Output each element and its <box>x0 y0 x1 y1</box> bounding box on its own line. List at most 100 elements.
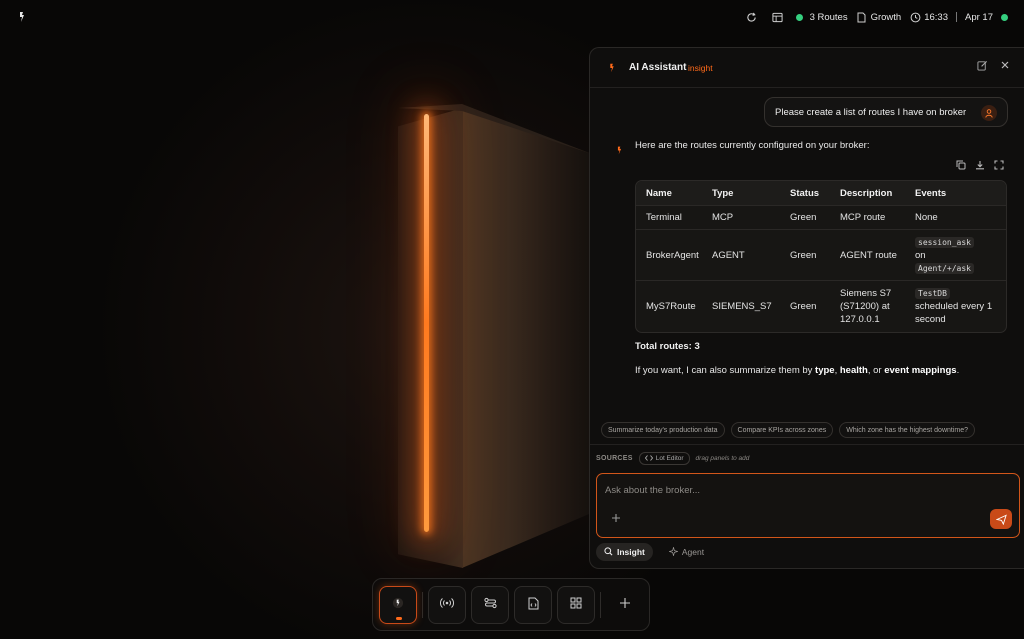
send-button[interactable] <box>990 509 1012 529</box>
table-header-row: Name Type Status Description Events <box>636 181 1006 205</box>
dock-routes-button[interactable] <box>471 585 509 624</box>
tab-agent-label: Agent <box>681 547 705 557</box>
cell-description: Siemens S7 (S71200) at 127.0.0.1 <box>840 288 892 325</box>
code-file-icon <box>528 597 539 613</box>
cell-name: MyS7Route <box>646 301 696 312</box>
routes-icon <box>483 597 497 612</box>
sources-bar: SOURCES Lot Editor drag panels to add <box>590 444 1024 472</box>
app-logo-icon[interactable] <box>15 10 29 24</box>
cell-name: BrokerAgent <box>646 249 699 261</box>
drag-hint: drag panels to add <box>695 455 750 462</box>
plus-icon[interactable] <box>611 512 621 526</box>
top-status-bar: 3 Routes Growth 16:33 Apr 17 <box>746 9 1008 25</box>
code-icon <box>644 454 653 463</box>
tab-agent[interactable]: Agent <box>661 543 712 561</box>
copy-icon[interactable] <box>956 160 966 173</box>
event-topic-code: Agent/+/ask <box>915 262 974 274</box>
panel-header: AI Assistant insight <box>590 48 1024 88</box>
suggestion-chips: Summarize today's production data Compar… <box>601 422 976 438</box>
broadcast-icon <box>440 597 454 612</box>
close-icon[interactable] <box>1000 59 1014 73</box>
clock: 16:33 <box>909 11 948 23</box>
event-connector: on <box>915 249 926 261</box>
sources-label: SOURCES <box>596 455 633 462</box>
cell-status: Green <box>790 212 817 223</box>
dock-assistant-button[interactable] <box>379 585 417 624</box>
clock-icon <box>909 11 921 23</box>
summary-text: If you want, I can also summarize them b… <box>635 365 959 376</box>
event-code: TestDB <box>915 288 950 299</box>
event-code: session_ask <box>915 236 974 248</box>
status-dot <box>795 13 803 21</box>
cell-events: None <box>915 212 938 223</box>
header-status: Status <box>790 187 820 199</box>
assistant-logo-icon <box>392 596 404 613</box>
summary-keyword-events: event mappings <box>884 365 957 376</box>
cell-description: AGENT route <box>840 249 897 261</box>
assistant-logo-icon <box>606 61 618 78</box>
dock-code-button[interactable] <box>514 585 552 624</box>
cell-type: AGENT <box>712 249 745 261</box>
workspace-selector[interactable]: Growth <box>856 11 902 23</box>
app-dock <box>372 578 650 631</box>
workspace-label: Growth <box>870 11 902 23</box>
mode-badge: insight <box>688 63 713 73</box>
new-chat-button[interactable] <box>977 60 991 74</box>
search-icon <box>604 546 613 558</box>
total-routes: Total routes: 3 <box>635 341 700 352</box>
date-label: Apr 17 <box>965 11 993 23</box>
table-row: BrokerAgent AGENT Green AGENT route sess… <box>636 229 1006 280</box>
message-toolbar <box>956 160 1004 173</box>
grid-icon <box>570 597 582 612</box>
cell-status: Green <box>790 249 817 261</box>
cell-description: MCP route <box>840 212 886 223</box>
dock-broadcast-button[interactable] <box>428 585 466 624</box>
suggestion-chip[interactable]: Which zone has the highest downtime? <box>839 422 976 438</box>
message-composer <box>596 473 1020 538</box>
sparkle-icon <box>667 545 679 558</box>
plus-icon <box>619 597 631 612</box>
header-description: Description <box>840 187 893 199</box>
table-row: MyS7Route SIEMENS_S7 Green Siemens S7 (S… <box>636 280 1006 332</box>
lot-editor-source[interactable]: Lot Editor <box>638 452 690 465</box>
active-indicator <box>396 616 402 620</box>
download-icon[interactable] <box>975 160 985 173</box>
user-message-text: Please create a list of routes I have on… <box>775 106 967 118</box>
header-type: Type <box>712 187 734 199</box>
glow-line <box>424 114 429 532</box>
event-schedule: scheduled every 1 second <box>915 301 993 325</box>
table-row: Terminal MCP Green MCP route None <box>636 205 1006 229</box>
cell-events: session_ask on Agent/+/ask <box>915 236 1006 275</box>
dock-divider <box>422 591 423 618</box>
header-events: Events <box>915 187 947 199</box>
routes-table: Name Type Status Description Events Term… <box>635 180 1007 333</box>
user-message: Please create a list of routes I have on… <box>764 97 1008 127</box>
layout-icon[interactable] <box>772 11 784 23</box>
tab-insight[interactable]: Insight <box>596 543 653 561</box>
refresh-icon[interactable] <box>746 11 758 23</box>
ai-assistant-panel: AI Assistant insight Please create a lis… <box>589 47 1024 569</box>
summary-prefix: If you want, I can also summarize them b… <box>635 365 816 376</box>
routes-status[interactable]: 3 Routes <box>795 11 848 23</box>
header-name: Name <box>646 187 672 199</box>
time-label: 16:33 <box>924 11 948 23</box>
lot-editor-label: Lot Editor <box>655 455 684 462</box>
bot-avatar-icon <box>614 144 625 160</box>
routes-count-label: 3 Routes <box>809 11 848 23</box>
dock-divider <box>600 591 601 618</box>
monolith-side <box>462 108 592 568</box>
suggestion-chip[interactable]: Compare KPIs across zones <box>730 422 834 438</box>
bot-intro-text: Here are the routes currently configured… <box>635 140 870 151</box>
connection-dot <box>1001 13 1008 21</box>
cell-type: MCP <box>712 212 734 223</box>
cell-status: Green <box>790 301 817 312</box>
summary-keyword-type: type <box>815 365 835 376</box>
ask-input[interactable] <box>605 482 985 498</box>
monolith-front <box>398 108 463 568</box>
dock-dashboard-button[interactable] <box>557 585 595 624</box>
dock-add-button[interactable] <box>606 586 644 624</box>
summary-suffix: . <box>956 365 960 376</box>
tab-insight-label: Insight <box>617 547 645 557</box>
suggestion-chip[interactable]: Summarize today's production data <box>601 422 725 438</box>
expand-icon[interactable] <box>994 160 1004 173</box>
